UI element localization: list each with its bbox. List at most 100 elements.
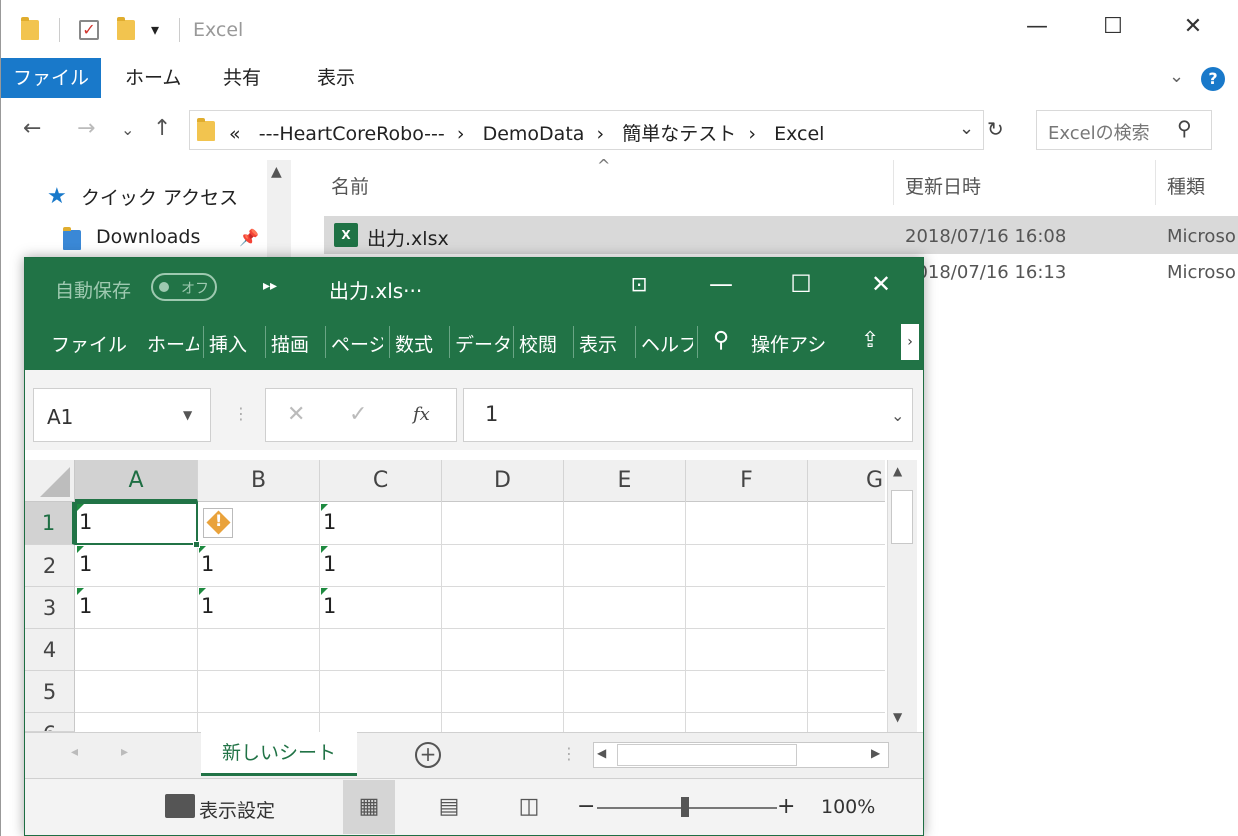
xl-tab-draw[interactable]: 描画 [271,330,309,357]
row-header-6[interactable]: 6 [25,713,75,732]
row-header-4[interactable]: 4 [25,629,75,671]
cell-c1[interactable]: 1 [323,510,336,534]
row-header-3[interactable]: 3 [25,587,75,629]
column-header-g[interactable]: G [808,460,887,502]
breadcrumb-separator[interactable]: › [748,123,756,145]
up-button[interactable]: ↑ [153,116,171,141]
horizontal-scroll-thumb[interactable] [617,744,797,766]
xl-tab-review[interactable]: 校閲 [519,330,557,357]
xl-tab-help[interactable]: ヘルプ [641,330,693,357]
scroll-up-arrow-icon[interactable]: ▲ [893,464,902,478]
tab-share[interactable]: 共有 [223,58,261,98]
recent-locations-icon[interactable]: ⌄ [121,120,134,139]
hscroll-left-icon[interactable]: ◀ [597,746,606,760]
column-header-c[interactable]: C [320,460,442,502]
column-header-name[interactable]: 名前 [331,172,369,199]
breadcrumb-segment[interactable]: DemoData [483,123,585,145]
folder-icon[interactable] [21,17,39,40]
sheet-prev-icon[interactable]: ◂ [71,744,78,760]
expand-formula-bar-icon[interactable]: ⌄ [891,406,904,425]
vertical-scroll-thumb[interactable] [891,490,913,544]
page-layout-view-button[interactable]: ▤ [423,780,475,834]
properties-icon[interactable]: ✓ [79,20,99,40]
formula-input[interactable] [463,388,913,442]
excel-maximize-button[interactable]: ☐ [781,270,821,298]
zoom-level[interactable]: 100% [821,796,875,818]
scroll-down-arrow-icon[interactable]: ▼ [893,710,902,724]
breadcrumb-separator[interactable]: › [597,123,605,145]
sheet-tab-active[interactable]: 新しいシート [201,732,357,776]
column-header-e[interactable]: E [564,460,686,502]
customize-toolbar-icon[interactable]: ▾ [151,20,159,39]
pin-icon[interactable]: 📌 [239,228,259,247]
column-header-a[interactable]: A [75,460,198,502]
column-header-type[interactable]: 種類 [1167,172,1205,199]
zoom-out-button[interactable]: − [577,794,595,819]
xl-tab-view[interactable]: 表示 [579,330,617,357]
sheet-next-icon[interactable]: ▸ [121,744,128,760]
column-divider[interactable] [893,160,894,205]
lightbulb-search-icon[interactable]: ⚲ [713,328,729,353]
select-all-button[interactable] [25,460,75,502]
cell-a2[interactable]: 1 [79,552,92,576]
cell-a3[interactable]: 1 [79,594,92,618]
workbook-name[interactable]: 出力.xls··· [329,275,422,304]
scroll-up-icon[interactable]: ▲ [271,164,282,180]
cell-c2[interactable]: 1 [323,552,336,576]
xl-tab-home[interactable]: ホーム [147,330,199,357]
xl-tab-file[interactable]: ファイル [51,330,127,357]
insert-function-icon[interactable]: fx [413,404,430,425]
address-dropdown-icon[interactable]: ⌄ [959,118,974,139]
file-row-selected[interactable] [324,216,1238,254]
row-header-2[interactable]: 2 [25,545,75,587]
xl-tab-insert[interactable]: 挿入 [209,330,247,357]
column-header-date[interactable]: 更新日時 [905,172,981,199]
search-icon[interactable]: ⚲ [1177,116,1192,140]
maximize-button[interactable]: ☐ [1093,14,1133,39]
refresh-icon[interactable]: ↻ [987,117,1004,141]
excel-minimize-button[interactable]: — [701,270,741,298]
cancel-icon[interactable]: ✕ [287,402,305,427]
nav-item-downloads[interactable]: Downloads [96,226,200,248]
column-header-f[interactable]: F [686,460,808,502]
tab-view[interactable]: 表示 [317,58,355,98]
xl-tab-data[interactable]: データ [455,330,511,357]
close-button[interactable]: ✕ [1173,14,1213,39]
excel-close-button[interactable]: ✕ [861,270,901,298]
enter-icon[interactable]: ✓ [349,402,367,427]
breadcrumb-separator[interactable]: › [457,123,465,145]
ribbon-expand-icon[interactable]: ⌄ [1169,66,1184,87]
display-settings-button[interactable]: 表示設定 [199,796,275,823]
ribbon-scroll-right-icon[interactable]: › [901,324,919,360]
breadcrumb-segment[interactable]: Excel [774,123,824,145]
column-header-d[interactable]: D [442,460,564,502]
help-icon[interactable]: ? [1201,67,1225,91]
add-sheet-icon[interactable]: + [415,742,441,768]
tab-home[interactable]: ホーム [125,58,181,98]
formula-bar-grip-icon[interactable]: ⋮ [233,404,249,423]
hscroll-right-icon[interactable]: ▶ [871,746,880,760]
minimize-button[interactable]: — [1017,14,1057,39]
breadcrumb-overflow[interactable]: « [229,123,241,145]
breadcrumb-segment[interactable]: 簡単なテスト [622,123,736,145]
nav-item-quick-access[interactable]: クイック アクセス [81,183,238,210]
fill-handle[interactable] [193,541,200,548]
active-cell-selection[interactable] [75,502,198,545]
file-name[interactable]: 出力.xlsx [367,224,449,251]
cell-c3[interactable]: 1 [323,594,336,618]
row-header-1[interactable]: 1 [25,502,75,545]
ribbon-display-options-icon[interactable]: ⊡ [619,272,659,296]
cell-b3[interactable]: 1 [201,594,214,618]
xl-tab-page-layout[interactable]: ページ [331,330,383,357]
cell-b2[interactable]: 1 [201,552,214,576]
new-folder-icon[interactable] [117,17,135,40]
xl-tab-formulas[interactable]: 数式 [395,330,433,357]
tab-split-grip-icon[interactable]: ⋮ [561,744,577,763]
tell-me-box[interactable]: 操作アシ [751,330,835,357]
page-break-preview-button[interactable]: ◫ [503,780,555,834]
column-divider[interactable] [1155,160,1156,205]
forward-button[interactable]: → [77,116,95,141]
zoom-in-button[interactable]: + [777,794,795,819]
row-header-5[interactable]: 5 [25,671,75,713]
more-commands-icon[interactable]: ▸▸ [263,278,277,294]
